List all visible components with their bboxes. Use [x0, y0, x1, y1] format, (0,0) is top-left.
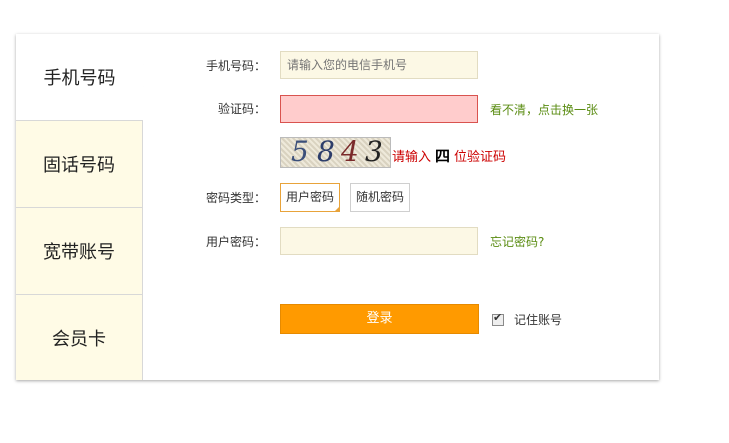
captcha-char: 8: [317, 137, 335, 168]
captcha-char: 3: [365, 137, 383, 168]
random-password-option[interactable]: 随机密码: [350, 183, 411, 212]
captcha-char: 5: [291, 137, 309, 168]
tab-mobile[interactable]: 手机号码: [16, 34, 143, 121]
tab-landline[interactable]: 固话号码: [16, 121, 142, 208]
tab-label: 宽带账号: [43, 242, 115, 263]
hint-prefix: 请输入: [392, 150, 432, 165]
password-input[interactable]: [280, 227, 478, 255]
captcha-char: 4: [341, 137, 359, 168]
phone-input[interactable]: [280, 51, 478, 79]
login-type-tabs: 手机号码 固话号码 宽带账号 会员卡: [16, 34, 143, 380]
login-panel: 手机号码 固话号码 宽带账号 会员卡 手机号码： 验证码： 看不清，点击换一张 …: [16, 34, 659, 380]
captcha-input[interactable]: [280, 95, 478, 123]
user-password-option[interactable]: 用户密码: [280, 183, 341, 212]
tab-label: 会员卡: [52, 328, 106, 350]
tab-member-card[interactable]: 会员卡: [16, 295, 142, 380]
tab-label: 固话号码: [43, 155, 115, 176]
phone-label: 手机号码：: [205, 59, 266, 73]
captcha-image[interactable]: 5 8 4 3: [280, 137, 391, 168]
tab-label: 手机号码: [43, 68, 116, 89]
password-label: 用户密码：: [205, 235, 266, 249]
tab-broadband[interactable]: 宽带账号: [16, 208, 142, 295]
refresh-captcha-link[interactable]: 看不清，点击换一张: [490, 101, 598, 118]
hint-count: 四: [435, 147, 451, 165]
remember-account[interactable]: 记住账号: [492, 311, 562, 328]
captcha-hint: 请输入四位验证码: [392, 145, 506, 166]
captcha-label: 验证码：: [217, 102, 266, 116]
remember-checkbox[interactable]: [492, 311, 504, 326]
login-button[interactable]: 登录: [280, 304, 479, 334]
remember-label: 记住账号: [514, 313, 563, 327]
hint-suffix: 位验证码: [454, 150, 507, 165]
tabs-divider: [142, 121, 143, 380]
password-type-label: 密码类型：: [205, 191, 266, 205]
forgot-password-link[interactable]: 忘记密码?: [490, 233, 544, 250]
